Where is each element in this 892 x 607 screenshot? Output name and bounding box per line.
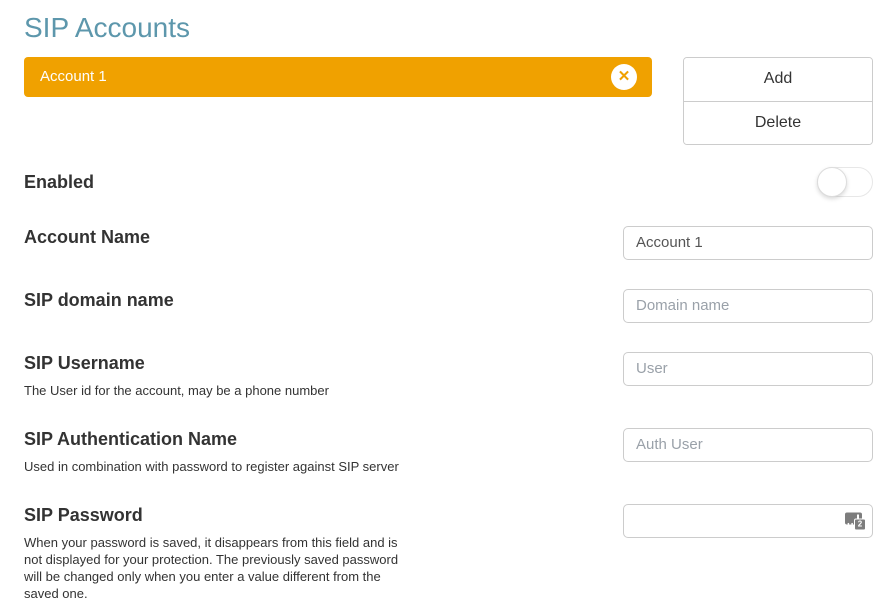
ime-badge: 2: [854, 518, 866, 530]
account-name-label: Account Name: [24, 226, 598, 248]
close-icon: ✕: [618, 69, 631, 84]
account-name-control: [623, 226, 873, 260]
toggle-knob[interactable]: [817, 167, 847, 197]
enabled-field-info: Enabled: [24, 171, 623, 193]
sip-username-input[interactable]: [623, 352, 873, 386]
account-item-label: Account 1: [40, 68, 107, 85]
sip-password-row: SIP Password When your password is saved…: [24, 504, 873, 602]
sip-username-row: SIP Username The User id for the account…: [24, 352, 873, 399]
sip-auth-help: Used in combination with password to reg…: [24, 458, 419, 475]
sip-auth-input[interactable]: [623, 428, 873, 462]
sip-password-help: When your password is saved, it disappea…: [24, 534, 419, 602]
sip-password-input-wrap: ... 2: [623, 504, 873, 538]
remove-account-icon[interactable]: ✕: [611, 64, 637, 90]
sip-password-input[interactable]: [623, 504, 873, 538]
page-title: SIP Accounts: [24, 13, 873, 44]
sip-auth-control: [623, 428, 873, 462]
delete-account-button[interactable]: Delete: [684, 101, 872, 144]
sip-username-control: [623, 352, 873, 386]
sip-auth-field-info: SIP Authentication Name Used in combinat…: [24, 428, 623, 475]
add-account-button[interactable]: Add: [684, 58, 872, 101]
sip-username-field-info: SIP Username The User id for the account…: [24, 352, 623, 399]
enabled-control: [623, 171, 873, 197]
sip-domain-input[interactable]: [623, 289, 873, 323]
sip-auth-row: SIP Authentication Name Used in combinat…: [24, 428, 873, 475]
sip-username-help: The User id for the account, may be a ph…: [24, 382, 419, 399]
password-ime-keyboard-icon[interactable]: ... 2: [845, 511, 866, 530]
sip-domain-field-info: SIP domain name: [24, 289, 623, 311]
sip-password-label: SIP Password: [24, 504, 598, 526]
enabled-row: Enabled: [24, 171, 873, 197]
sip-domain-control: [623, 289, 873, 323]
sip-username-label: SIP Username: [24, 352, 598, 374]
sip-auth-label: SIP Authentication Name: [24, 428, 598, 450]
account-selector-row: Account 1 ✕ Add Delete: [24, 57, 873, 145]
account-list-item-selected[interactable]: Account 1 ✕: [24, 57, 652, 97]
sip-password-field-info: SIP Password When your password is saved…: [24, 504, 623, 602]
enabled-toggle[interactable]: [817, 167, 873, 197]
account-name-field-info: Account Name: [24, 226, 623, 248]
sip-domain-row: SIP domain name: [24, 289, 873, 323]
account-actions-group: Add Delete: [683, 57, 873, 145]
enabled-label: Enabled: [24, 171, 598, 193]
account-name-row: Account Name: [24, 226, 873, 260]
sip-password-control: ... 2: [623, 504, 873, 538]
sip-domain-label: SIP domain name: [24, 289, 598, 311]
account-name-input[interactable]: [623, 226, 873, 260]
